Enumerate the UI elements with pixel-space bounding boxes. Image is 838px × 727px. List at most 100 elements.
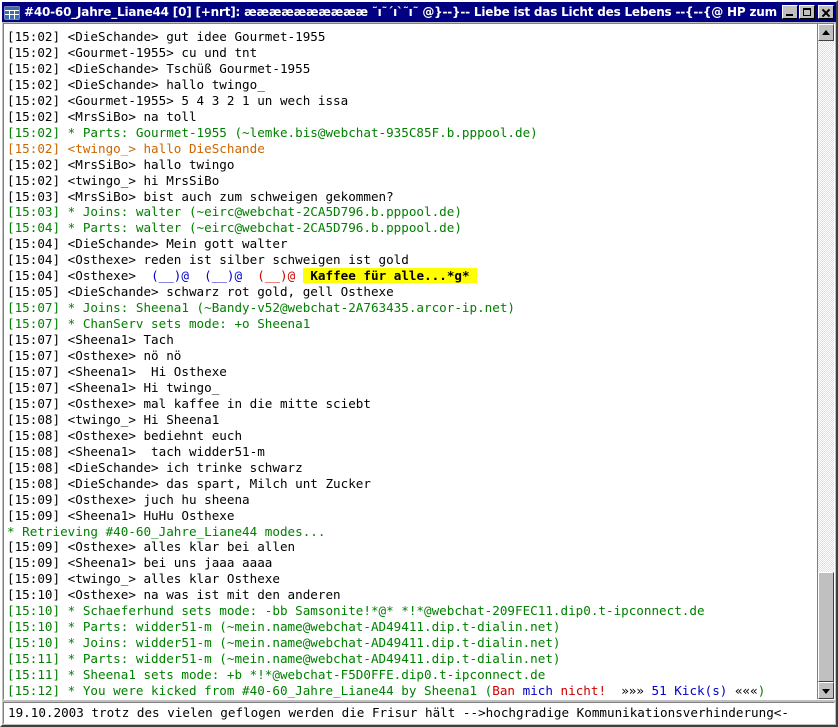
- chat-line: [15:10] * Joins: widder51-m (~mein.name@…: [7, 635, 817, 651]
- status-bar-text: 19.10.2003 trotz des vielen geflogen wer…: [8, 705, 789, 720]
- chat-text: [15:08] <DieSchande> das spart, Milch un…: [7, 475, 371, 491]
- chat-text: [15:04] <Osthexe>: [7, 268, 152, 284]
- chat-line: [15:09] <twingo_> alles klar Osthexe: [7, 571, 817, 587]
- chat-line: [15:08] <DieSchande> das spart, Milch un…: [7, 476, 817, 492]
- chat-line: [15:03] <MrsSiBo> bist auch zum schweige…: [7, 189, 817, 205]
- chat-text: [15:11] * Sheena1 sets mode: +b *!*@webc…: [7, 667, 546, 683]
- chat-line: [15:08] <Osthexe> bediehnt euch: [7, 428, 817, 444]
- chat-text: [15:02] <DieSchande> gut idee Gourmet-19…: [7, 28, 326, 44]
- chat-text: [15:10] * Schaeferhund sets mode: -bb Sa…: [7, 603, 705, 619]
- chat-text: [15:04] <Osthexe> reden ist silber schwe…: [7, 252, 409, 268]
- scroll-down-button[interactable]: [818, 682, 834, 699]
- chat-text: Ban: [492, 683, 523, 699]
- maximize-button[interactable]: [799, 5, 815, 19]
- chat-line: [15:09] <Sheena1> bei uns jaaa aaaa: [7, 555, 817, 571]
- chat-text: [15:09] <Osthexe> juch hu sheena: [7, 491, 250, 507]
- chat-text: [15:09] <Sheena1> HuHu Osthexe: [7, 507, 235, 523]
- chat-text: nicht!: [560, 683, 607, 699]
- chat-text: [15:04] * Parts: walter (~eirc@webchat-2…: [7, 220, 462, 236]
- chat-text: mich: [522, 683, 561, 699]
- chat-line: [15:11] * Parts: widder51-m (~mein.name@…: [7, 651, 817, 667]
- chat-region: [15:02] <DieSchande> gut idee Gourmet-19…: [3, 23, 835, 700]
- chat-text: [606, 683, 621, 698]
- chat-text: «««: [734, 683, 758, 699]
- chat-scrollbar[interactable]: [817, 24, 834, 699]
- chat-text: [15:07] <Sheena1> Hi twingo_: [7, 379, 220, 395]
- chat-text: * Retrieving #40-60_Jahre_Liane44 modes.…: [7, 523, 326, 539]
- chat-log[interactable]: [15:02] <DieSchande> gut idee Gourmet-19…: [4, 24, 817, 699]
- chat-lines: [15:02] <DieSchande> gut idee Gourmet-19…: [7, 29, 817, 699]
- chat-line: [15:08] <DieSchande> ich trinke schwarz: [7, 460, 817, 476]
- chat-text: [15:02] <Gourmet-1955> cu und tnt: [7, 44, 258, 60]
- scroll-up-icon: [822, 29, 830, 35]
- chat-text: [15:08] <DieSchande> ich trinke schwarz: [7, 459, 303, 475]
- client-area: [15:02] <DieSchande> gut idee Gourmet-19…: [2, 22, 836, 725]
- chat-line: [15:04] <Osthexe> reden ist silber schwe…: [7, 252, 817, 268]
- chat-text: [15:09] <Sheena1> bei uns jaaa aaaa: [7, 555, 273, 571]
- window-title: #40-60_Jahre_Liane44 [0] [+nrt]: æææææææ…: [24, 5, 781, 19]
- chat-text: [15:08] <twingo_> Hi Sheena1: [7, 411, 220, 427]
- scroll-down-icon: [822, 688, 830, 694]
- chat-text: [727, 683, 735, 698]
- chat-line: [15:07] * ChanServ sets mode: +o Sheena1: [7, 316, 817, 332]
- chat-text: [15:09] <twingo_> alles klar Osthexe: [7, 571, 280, 587]
- chat-text: [15:07] * Joins: Sheena1 (~Bandy-v52@web…: [7, 300, 515, 316]
- chat-line: [15:07] <Osthexe> mal kaffee in die mitt…: [7, 396, 817, 412]
- chat-text: [644, 683, 652, 698]
- minimize-button[interactable]: [782, 5, 798, 19]
- chat-line: [15:12] * You were kicked from #40-60_Ja…: [7, 683, 817, 699]
- title-bar[interactable]: #40-60_Jahre_Liane44 [0] [+nrt]: æææææææ…: [2, 2, 836, 22]
- chat-line: [15:02] <DieSchande> Tschüß Gourmet-1955: [7, 61, 817, 77]
- chat-text: [15:07] * ChanServ sets mode: +o Sheena1: [7, 316, 311, 332]
- chat-text: [15:02] <MrsSiBo> na toll: [7, 108, 197, 124]
- chat-text: [15:10] * Joins: widder51-m (~mein.name@…: [7, 635, 561, 651]
- scroll-up-button[interactable]: [818, 24, 834, 41]
- chat-line: [15:09] <Osthexe> alles klar bei allen: [7, 539, 817, 555]
- chat-line: [15:02] <Gourmet-1955> cu und tnt: [7, 45, 817, 61]
- close-button[interactable]: [818, 5, 834, 19]
- chat-text: (__)@: [151, 268, 189, 284]
- scrollbar-thumb[interactable]: [818, 572, 834, 682]
- chat-line: * Retrieving #40-60_Jahre_Liane44 modes.…: [7, 524, 817, 540]
- chat-text: [15:02] <MrsSiBo> hallo twingo: [7, 156, 235, 172]
- chat-text: [15:02] <DieSchande> hallo twingo_: [7, 76, 265, 92]
- chat-text: [15:09] <Osthexe> alles klar bei allen: [7, 539, 296, 555]
- chat-line: [15:02] <twingo_> hallo DieSchande: [7, 141, 817, 157]
- chat-text: [15:03] * Joins: walter (~eirc@webchat-2…: [7, 204, 462, 220]
- chat-text: [15:02] * Parts: Gourmet-1955 (~lemke.bi…: [7, 124, 538, 140]
- chat-text: [15:08] <Sheena1> tach widder51-m: [7, 443, 265, 459]
- chat-text: 51 Kick(s): [651, 683, 728, 699]
- chat-text: [15:07] <Osthexe> mal kaffee in die mitt…: [7, 395, 371, 411]
- chat-text: [15:03] <MrsSiBo> bist auch zum schweige…: [7, 188, 394, 204]
- chat-text: [15:10] * Parts: widder51-m (~mein.name@…: [7, 619, 561, 635]
- chat-line: [15:05] <DieSchande> schwarz rot gold, g…: [7, 284, 817, 300]
- chat-text: [15:10] <Osthexe> na was ist mit den and…: [7, 587, 341, 603]
- chat-text: [15:02] <Gourmet-1955> 5 4 3 2 1 un wech…: [7, 92, 349, 108]
- chat-line: [15:04] <DieSchande> Mein gott walter: [7, 236, 817, 252]
- chat-line: [15:02] <MrsSiBo> hallo twingo: [7, 157, 817, 173]
- chat-text: [295, 268, 303, 283]
- chat-text: [15:11] * Parts: widder51-m (~mein.name@…: [7, 651, 561, 667]
- scrollbar-track[interactable]: [818, 41, 834, 682]
- chat-text: »»»: [621, 683, 644, 699]
- chat-line: [15:07] <Sheena1> Hi twingo_: [7, 380, 817, 396]
- chat-text: [15:04] <DieSchande> Mein gott walter: [7, 236, 288, 252]
- chat-text: [15:12] * You were kicked from #40-60_Ja…: [7, 683, 493, 699]
- chat-text: (__)@: [204, 268, 243, 284]
- chat-line: [15:08] <twingo_> Hi Sheena1: [7, 412, 817, 428]
- chat-text: [15:07] <Sheena1> Tach: [7, 332, 174, 348]
- chat-line: [15:04] <Osthexe> (__)@ (__)@ (__)@ Kaff…: [7, 268, 817, 284]
- chat-line: [15:02] <Gourmet-1955> 5 4 3 2 1 un wech…: [7, 93, 817, 109]
- chat-text: [15:05] <DieSchande> schwarz rot gold, g…: [7, 284, 394, 300]
- chat-line: [15:07] <Sheena1> Hi Osthexe: [7, 364, 817, 380]
- chat-line: [15:09] <Sheena1> HuHu Osthexe: [7, 508, 817, 524]
- chat-line: [15:02] <MrsSiBo> na toll: [7, 109, 817, 125]
- chat-text: [15:07] <Osthexe> nö nö: [7, 348, 182, 364]
- chat-line: [15:07] <Sheena1> Tach: [7, 332, 817, 348]
- status-input-bar[interactable]: 19.10.2003 trotz des vielen geflogen wer…: [3, 702, 835, 724]
- chat-text: [15:07] <Sheena1> Hi Osthexe: [7, 363, 227, 379]
- chat-line: [15:07] <Osthexe> nö nö: [7, 348, 817, 364]
- chat-line: [15:02] * Parts: Gourmet-1955 (~lemke.bi…: [7, 125, 817, 141]
- chat-text: (__)@: [257, 268, 296, 284]
- chat-line: [15:07] * Joins: Sheena1 (~Bandy-v52@web…: [7, 300, 817, 316]
